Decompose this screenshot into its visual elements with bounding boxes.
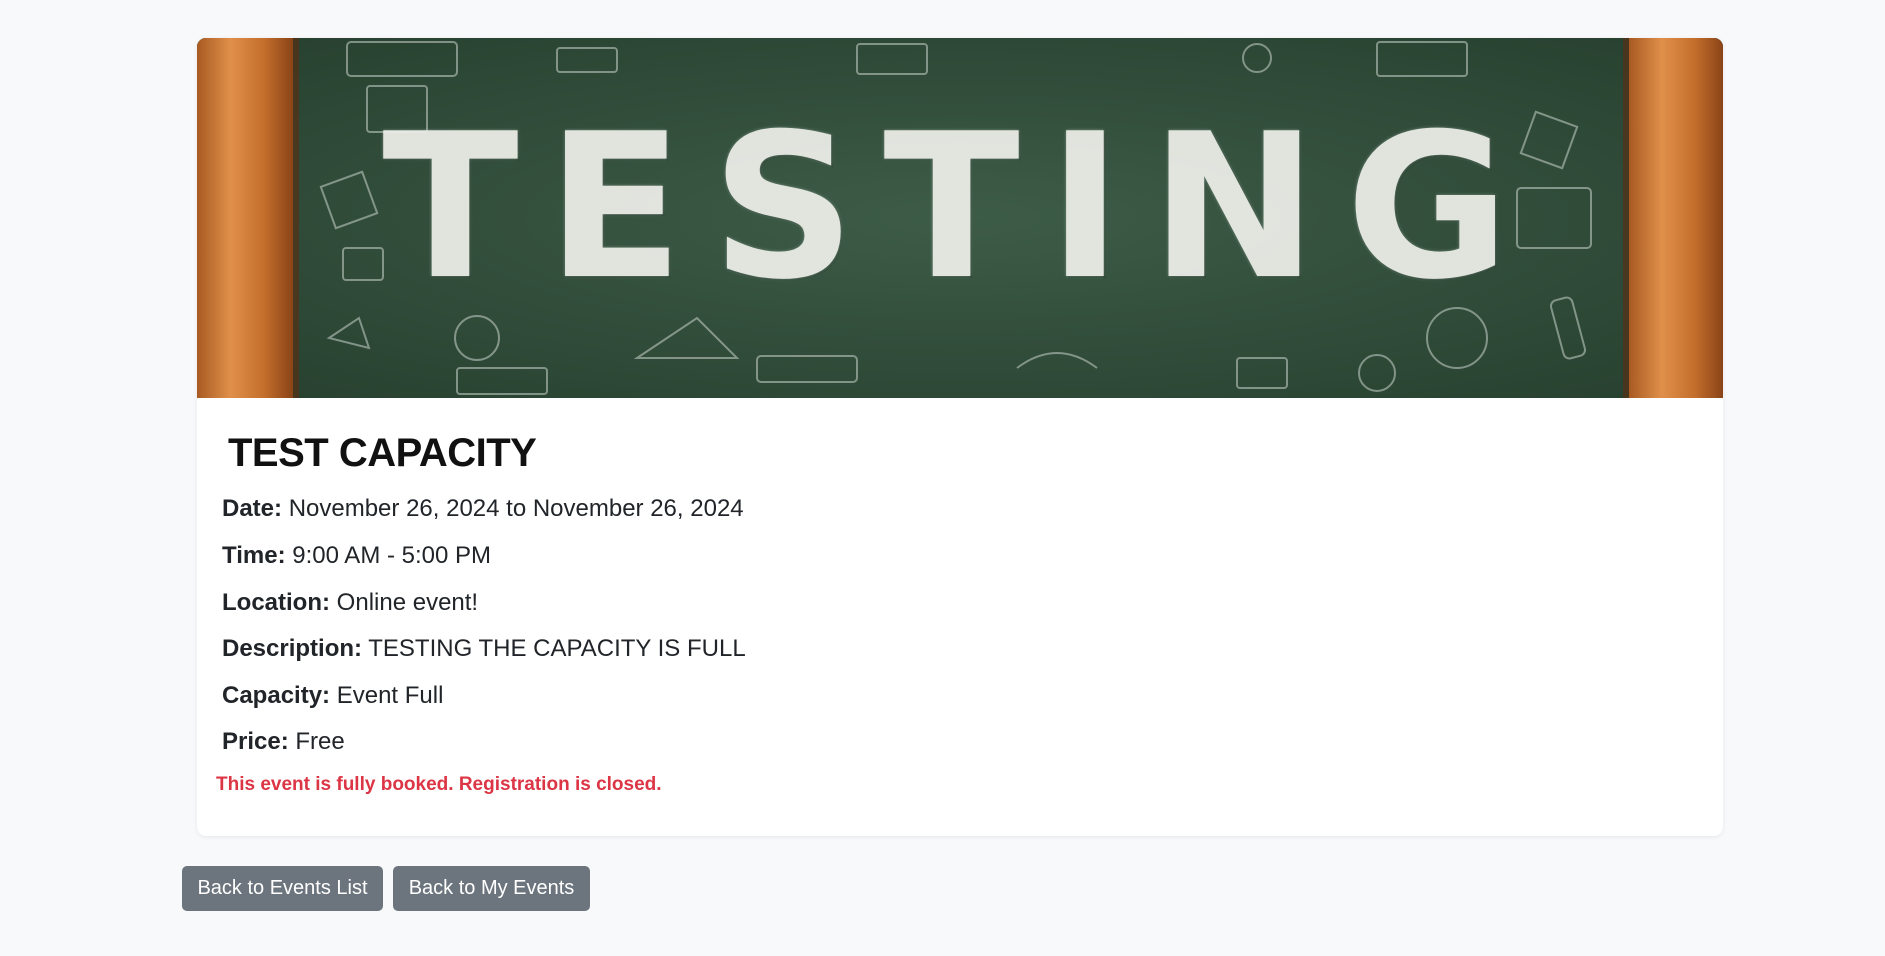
- detail-capacity: Capacity: Event Full: [222, 682, 443, 710]
- detail-location-label: Location:: [222, 589, 330, 616]
- detail-location: Location: Online event!: [222, 589, 478, 617]
- detail-description-label: Description:: [222, 635, 363, 662]
- event-detail-page: TESTING TEST CAPACITY Date: November 26,…: [0, 0, 1885, 956]
- banner-chalk-text: TESTING: [382, 91, 1538, 324]
- event-banner-image: TESTING: [197, 38, 1723, 398]
- detail-time: Time: 9:00 AM - 5:00 PM: [222, 542, 491, 570]
- detail-time-value: 9:00 AM - 5:00 PM: [292, 542, 492, 569]
- detail-location-value: Online event!: [336, 589, 479, 616]
- event-title: TEST CAPACITY: [228, 431, 537, 475]
- detail-description-value: TESTING THE CAPACITY IS FULL: [368, 635, 746, 662]
- detail-date-value: November 26, 2024 to November 26, 2024: [288, 495, 744, 522]
- event-details: TEST CAPACITY Date: November 26, 2024 to…: [197, 398, 1723, 795]
- event-card: TESTING TEST CAPACITY Date: November 26,…: [197, 38, 1723, 836]
- detail-capacity-value: Event Full: [336, 682, 444, 709]
- back-to-my-events-button[interactable]: Back to My Events: [393, 866, 590, 911]
- detail-capacity-label: Capacity:: [222, 682, 331, 709]
- detail-price-value: Free: [295, 728, 345, 755]
- detail-date: Date: November 26, 2024 to November 26, …: [222, 495, 744, 523]
- fully-booked-notice: This event is fully booked. Registration…: [216, 774, 662, 795]
- back-to-events-list-button[interactable]: Back to Events List: [182, 866, 383, 911]
- detail-price: Price: Free: [222, 728, 345, 756]
- detail-time-label: Time:: [222, 542, 286, 569]
- detail-date-label: Date:: [222, 495, 283, 522]
- detail-price-label: Price:: [222, 728, 289, 755]
- detail-description: Description: TESTING THE CAPACITY IS FUL…: [222, 635, 746, 663]
